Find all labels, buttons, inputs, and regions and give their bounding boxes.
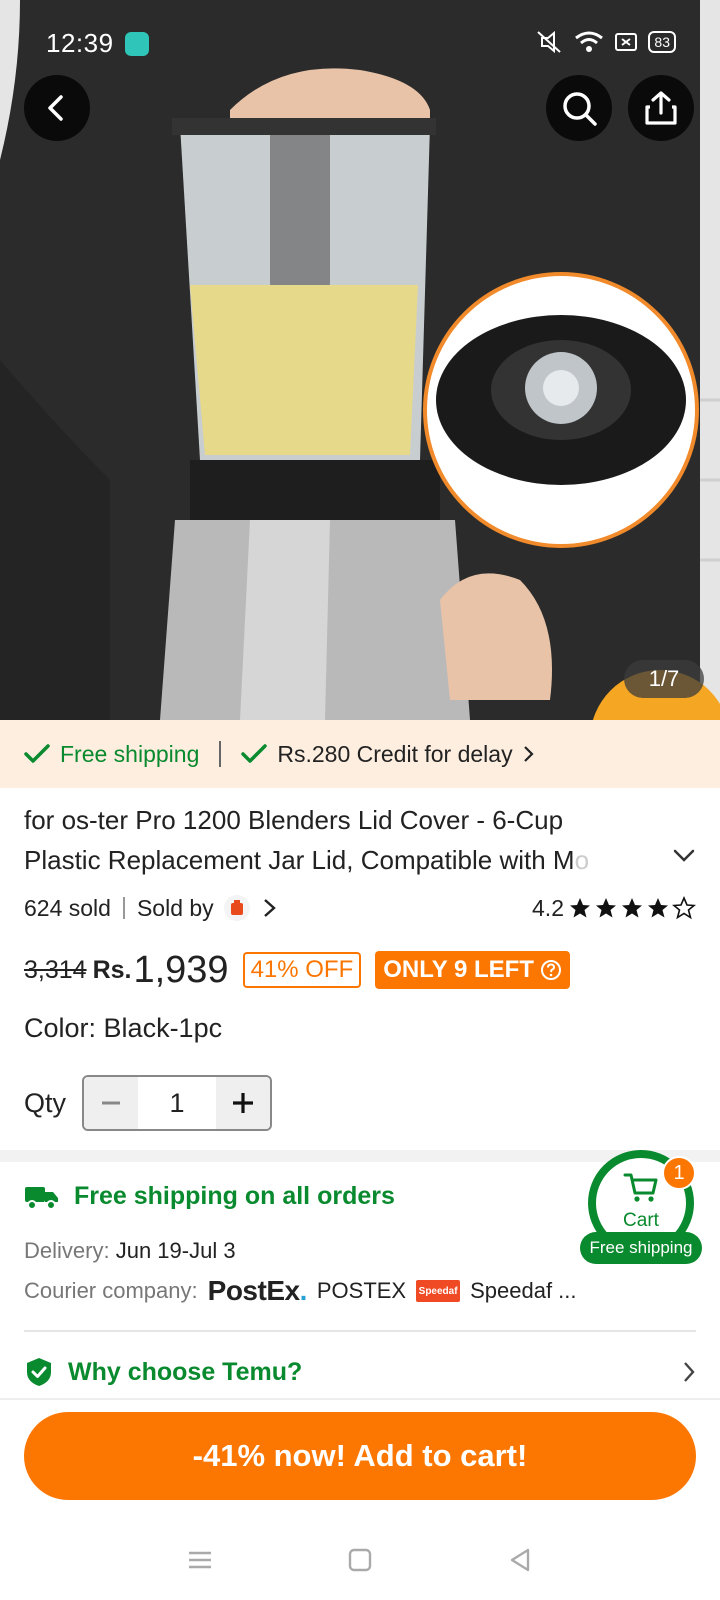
status-time: 12:39	[46, 28, 114, 58]
qty-label: Qty	[24, 1087, 67, 1118]
free-shipping-label: Free shipping	[60, 740, 200, 767]
quantity-value[interactable]: 1	[138, 1077, 216, 1129]
speedaf-logo: Speedaf	[416, 1280, 461, 1302]
sold-by-label[interactable]: Sold by	[137, 895, 214, 922]
status-icons: 83	[534, 30, 676, 54]
original-price: 3,314	[24, 955, 87, 984]
product-image[interactable]: 12:39 83 1/7	[0, 0, 720, 720]
cart-icon	[623, 1173, 658, 1202]
postex-logo: PostEx.	[207, 1275, 308, 1307]
strip-divider	[219, 741, 222, 767]
currency-label: Rs.	[92, 955, 132, 984]
help-icon	[540, 960, 561, 980]
product-photo	[0, 0, 720, 720]
product-title: for os-ter Pro 1200 Blenders Lid Cover -…	[24, 800, 654, 880]
product-title-line1: for os-ter Pro 1200 Blenders Lid Cover -…	[24, 805, 564, 835]
delivery-window: Delivery: Jun 19-Jul 3	[24, 1238, 236, 1264]
rating-stars	[568, 896, 696, 920]
mute-icon	[537, 30, 562, 54]
delay-credit-link[interactable]: Rs.280 Credit for delay	[241, 741, 534, 768]
sim-icon	[615, 33, 638, 51]
color-label: Color:	[24, 1013, 97, 1043]
why-choose-label: Why choose Temu?	[68, 1357, 303, 1386]
chevron-right-icon	[684, 1362, 695, 1382]
free-shipping-tag: Free shipping	[24, 741, 199, 768]
star-filled-icon	[622, 898, 642, 918]
image-pager: 1/7	[624, 660, 704, 698]
free-shipping-headline: Free shipping on all orders	[24, 1182, 395, 1211]
delivery-label: Delivery:	[24, 1238, 110, 1263]
back-nav-icon[interactable]	[506, 1546, 534, 1574]
postex-logo-dot: .	[299, 1275, 308, 1306]
delivery-dates: Jun 19-Jul 3	[115, 1238, 236, 1263]
shield-check-icon	[27, 1358, 51, 1386]
check-icon	[24, 744, 50, 763]
wifi-icon	[575, 31, 604, 52]
courier1-name: POSTEX	[316, 1278, 407, 1303]
product-title-fade: o	[574, 845, 590, 875]
search-button[interactable]	[546, 75, 612, 141]
product-title-line2: Plastic Replacement Jar Lid, Compatible …	[24, 845, 575, 875]
sold-count: 624 sold	[24, 894, 111, 921]
divider	[0, 1398, 720, 1400]
color-selection[interactable]: Color: Black-1pc	[24, 1013, 222, 1044]
rating[interactable]: 4.2	[532, 895, 696, 922]
menu-icon[interactable]	[186, 1548, 214, 1572]
search-icon	[563, 92, 597, 126]
shipping-strip[interactable]: Free shipping Rs.280 Credit for delay	[0, 720, 720, 788]
chevron-left-icon	[48, 95, 63, 121]
stock-label: ONLY 9 LEFT	[383, 956, 534, 983]
battery-indicator: 83	[648, 31, 676, 53]
status-bar: 12:39 83	[0, 0, 720, 88]
seller-logo-icon[interactable]	[223, 895, 250, 921]
share-icon	[645, 91, 677, 125]
cart-button[interactable]: Cart Free shipping 1	[580, 1150, 702, 1264]
plus-icon	[233, 1093, 254, 1113]
chevron-right-icon[interactable]	[262, 897, 278, 919]
why-choose-row[interactable]: Why choose Temu?	[24, 1350, 696, 1394]
app-notification-icon	[125, 32, 149, 56]
minus-icon	[102, 1101, 121, 1105]
back-button[interactable]	[24, 75, 90, 141]
discount-badge: 41% OFF	[242, 952, 362, 988]
cart-free-shipping: Free shipping	[580, 1232, 702, 1264]
divider	[24, 1330, 696, 1332]
increase-button[interactable]	[216, 1077, 271, 1129]
star-filled-icon	[648, 898, 668, 918]
current-price: 1,939	[133, 948, 229, 991]
star-filled-icon	[596, 898, 616, 918]
home-icon[interactable]	[346, 1546, 374, 1574]
courier2-name: Speedaf ...	[470, 1278, 577, 1303]
cart-count-badge: 1	[662, 1156, 696, 1190]
courier-info[interactable]: Courier company: PostEx. POSTEX Speedaf …	[24, 1275, 577, 1307]
cart-label: Cart	[623, 1210, 659, 1231]
chevron-right-icon	[523, 746, 534, 762]
product-meta: 624 sold Sold by 4.2	[24, 890, 696, 926]
meta-divider	[122, 897, 125, 919]
share-button[interactable]	[628, 75, 694, 141]
system-nav-bar	[0, 1520, 720, 1600]
quantity-stepper[interactable]: 1	[82, 1075, 273, 1131]
stock-badge[interactable]: ONLY 9 LEFT	[375, 951, 570, 989]
truck-icon	[25, 1186, 58, 1210]
star-empty-icon	[672, 896, 696, 920]
star-filled-icon	[570, 898, 590, 918]
chevron-down-icon[interactable]	[672, 848, 696, 864]
quantity-row: Qty 1	[24, 1075, 273, 1131]
price-row: 3,314 Rs. 1,939 41% OFF ONLY 9 LEFT	[24, 945, 570, 995]
color-value: Black-1pc	[103, 1013, 223, 1043]
check-icon	[241, 744, 268, 763]
decrease-button[interactable]	[84, 1077, 139, 1129]
courier-label: Courier company:	[24, 1278, 198, 1303]
delay-credit-label: Rs.280 Credit for delay	[277, 740, 513, 767]
rating-value: 4.2	[532, 894, 564, 921]
free-shipping-headline-text: Free shipping on all orders	[74, 1182, 395, 1210]
add-to-cart-button[interactable]: -41% now! Add to cart!	[24, 1412, 696, 1500]
postex-logo-text: PostEx	[207, 1275, 300, 1306]
